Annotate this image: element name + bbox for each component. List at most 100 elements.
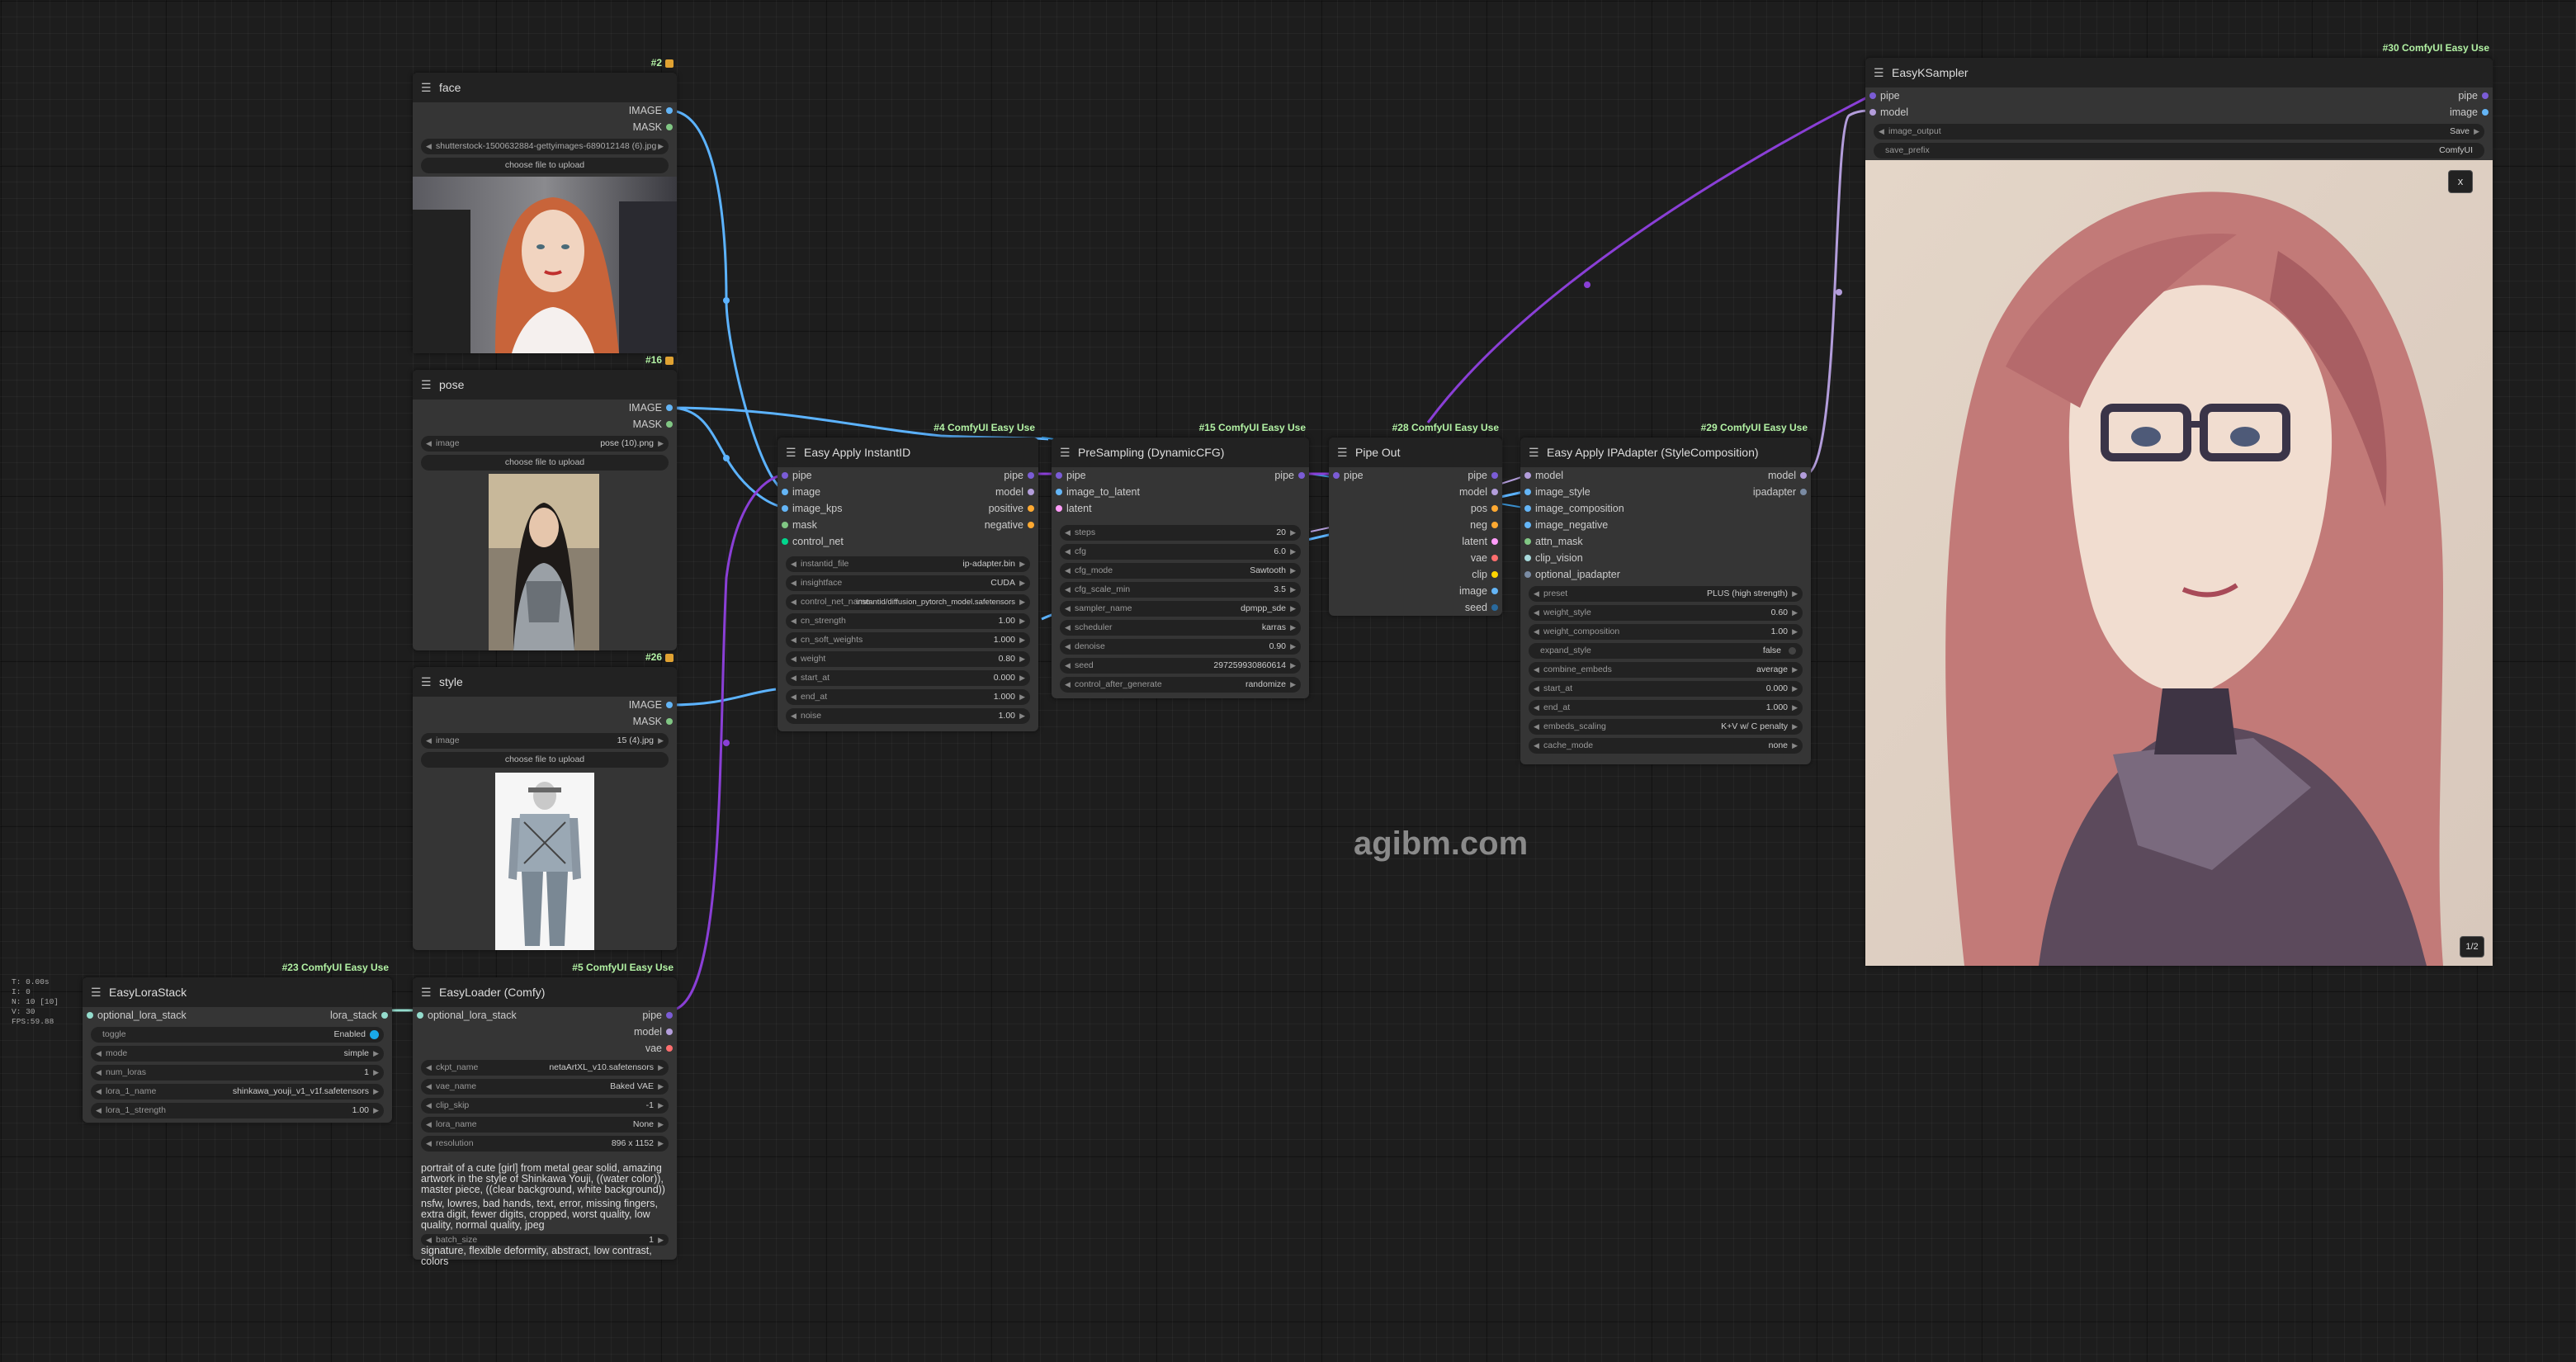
widget-control-after-generate[interactable]: ◀ control_after_generate randomize ▶ <box>1060 677 1301 693</box>
widget-resolution[interactable]: ◀ resolution 896 x 1152 ▶ <box>421 1136 669 1152</box>
io-row[interactable]: pipe pipe <box>1329 467 1502 484</box>
output-slot-image[interactable]: IMAGE <box>413 400 677 416</box>
page-indicator[interactable]: 1/2 <box>2460 936 2484 958</box>
io-row[interactable]: model image <box>1865 104 2493 121</box>
node-easy-ksampler[interactable]: #30 ComfyUI Easy Use ☰ EasyKSampler pipe p… <box>1865 42 2493 966</box>
node-header[interactable]: ☰ EasyLoader (Comfy) <box>413 977 677 1007</box>
menu-icon[interactable]: ☰ <box>421 986 432 1000</box>
input-slot-latent[interactable]: latent <box>1052 500 1309 517</box>
widget-ckpt-name[interactable]: ◀ ckpt_name netaArtXL_v10.safetensors ▶ <box>421 1060 669 1076</box>
node-easy-apply-ipadapter[interactable]: #29 ComfyUI Easy Use ☰ Easy Apply IPAdapt… <box>1520 422 1811 764</box>
toggle-indicator[interactable] <box>1789 647 1796 655</box>
output-slot-vae[interactable]: vae <box>1329 550 1502 566</box>
positive-prompt-textarea[interactable]: portrait of a cute [girl] from metal gea… <box>421 1163 669 1195</box>
io-row[interactable]: pipe pipe <box>778 467 1038 484</box>
widget-combine-embeds[interactable]: ◀ combine_embeds average ▶ <box>1529 662 1803 678</box>
io-row[interactable]: image model <box>778 484 1038 500</box>
image-combo[interactable]: ◀ shutterstock-1500632884-gettyimages-689… <box>421 139 669 154</box>
menu-icon[interactable]: ☰ <box>786 446 796 460</box>
widget-steps[interactable]: ◀ steps 20 ▶ <box>1060 525 1301 541</box>
widget-end-at[interactable]: ◀ end_at 1.000 ▶ <box>786 689 1030 705</box>
widget-seed[interactable]: ◀ seed 297259930860614 ▶ <box>1060 658 1301 674</box>
input-slot-clip-vision[interactable]: clip_vision <box>1520 550 1811 566</box>
output-slot-image[interactable]: IMAGE <box>413 697 677 713</box>
widget-batch-size[interactable]: ◀ batch_size 1 ▶ <box>421 1234 669 1246</box>
input-slot-image-negative[interactable]: image_negative <box>1520 517 1811 533</box>
io-row[interactable]: mask negative <box>778 517 1038 533</box>
output-slot-vae[interactable]: vae <box>413 1040 677 1057</box>
output-slot-mask[interactable]: MASK <box>413 416 677 433</box>
io-row[interactable]: image_kps positive <box>778 500 1038 517</box>
io-row[interactable]: pipe pipe <box>1865 87 2493 104</box>
widget-expand-style[interactable]: expand_style false <box>1529 643 1803 659</box>
widget-lora-1-strength[interactable]: ◀ lora_1_strength 1.00 ▶ <box>91 1103 384 1118</box>
widget-end-at[interactable]: ◀ end_at 1.000 ▶ <box>1529 700 1803 716</box>
widget-num-loras[interactable]: ◀ num_loras 1 ▶ <box>91 1065 384 1081</box>
widget-weight[interactable]: ◀ weight 0.80 ▶ <box>786 651 1030 667</box>
widget-image-output[interactable]: ◀ image_output Save ▶ <box>1874 124 2484 140</box>
widget-lora-name[interactable]: ◀ lora_name None ▶ <box>421 1117 669 1133</box>
widget-control-net-name[interactable]: ◀ control_net_name instantid/diffusion_pyt… <box>786 594 1030 610</box>
menu-icon[interactable]: ☰ <box>91 986 102 1000</box>
widget-cfg-mode[interactable]: ◀ cfg_mode Sawtooth ▶ <box>1060 563 1301 579</box>
menu-icon[interactable]: ☰ <box>1337 446 1348 460</box>
io-row[interactable]: model model <box>1520 467 1811 484</box>
widget-save-prefix[interactable]: save_prefix ComfyUI <box>1874 143 2484 158</box>
widget-cfg-scale-min[interactable]: ◀ cfg_scale_min 3.5 ▶ <box>1060 582 1301 598</box>
widget-start-at[interactable]: ◀ start_at 0.000 ▶ <box>1529 681 1803 697</box>
widget-weight-style[interactable]: ◀ weight_style 0.60 ▶ <box>1529 605 1803 621</box>
node-header[interactable]: ☰ PreSampling (DynamicCFG) <box>1052 437 1309 467</box>
input-slot-image-to-latent[interactable]: image_to_latent <box>1052 484 1309 500</box>
widget-preset[interactable]: ◀ preset PLUS (high strength) ▶ <box>1529 586 1803 602</box>
widget-start-at[interactable]: ◀ start_at 0.000 ▶ <box>786 670 1030 686</box>
widget-vae-name[interactable]: ◀ vae_name Baked VAE ▶ <box>421 1079 669 1095</box>
widget-cache-mode[interactable]: ◀ cache_mode none ▶ <box>1529 738 1803 754</box>
io-row[interactable]: control_net <box>778 533 1038 550</box>
menu-icon[interactable]: ☰ <box>421 675 432 689</box>
widget-sampler-name[interactable]: ◀ sampler_name dpmpp_sde ▶ <box>1060 601 1301 617</box>
widget-toggle[interactable]: toggle Enabled <box>91 1027 384 1043</box>
menu-icon[interactable]: ☰ <box>421 81 432 95</box>
widget-cn-soft-weights[interactable]: ◀ cn_soft_weights 1.000 ▶ <box>786 632 1030 648</box>
input-slot-attn-mask[interactable]: attn_mask <box>1520 533 1811 550</box>
negative-prompt-textarea[interactable]: nsfw, lowres, bad hands, text, error, mi… <box>421 1199 669 1231</box>
widget-mode[interactable]: ◀ mode simple ▶ <box>91 1046 384 1062</box>
upload-button[interactable]: choose file to upload <box>421 752 669 768</box>
io-row[interactable]: image_style ipadapter <box>1520 484 1811 500</box>
widget-insightface[interactable]: ◀ insightface CUDA ▶ <box>786 575 1030 591</box>
node-header[interactable]: ☰ Pipe Out <box>1329 437 1502 467</box>
widget-scheduler[interactable]: ◀ scheduler karras ▶ <box>1060 620 1301 636</box>
node-header[interactable]: ☰ EasyKSampler <box>1865 58 2493 87</box>
image-combo[interactable]: ◀ image 15 (4).jpg ▶ <box>421 733 669 749</box>
node-face[interactable]: #2 ☰ face IMAGE MASK ◀ shutterstock-150063… <box>413 57 677 353</box>
node-presampling[interactable]: #15 ComfyUI Easy Use ☰ PreSampling (Dynam… <box>1052 422 1309 698</box>
widget-noise[interactable]: ◀ noise 1.00 ▶ <box>786 708 1030 724</box>
output-slot-seed[interactable]: seed <box>1329 599 1502 616</box>
node-style[interactable]: #26 ☰ style IMAGE MASK ◀ image 15 (4).jpg ▶ … <box>413 651 677 950</box>
output-slot-image[interactable]: image <box>1329 583 1502 599</box>
close-preview-button[interactable]: x <box>2448 170 2473 193</box>
negative-prompt-tail[interactable]: signature, flexible deformity, abstract,… <box>421 1246 669 1267</box>
io-row[interactable]: optional_lora_stack lora_stack <box>83 1007 392 1024</box>
input-slot-image-composition[interactable]: image_composition <box>1520 500 1811 517</box>
widget-instantid-file[interactable]: ◀ instantid_file ip-adapter.bin ▶ <box>786 556 1030 572</box>
output-slot-model[interactable]: model <box>413 1024 677 1040</box>
menu-icon[interactable]: ☰ <box>1529 446 1539 460</box>
widget-embeds-scaling[interactable]: ◀ embeds_scaling K+V w/ C penalty ▶ <box>1529 719 1803 735</box>
output-slot-neg[interactable]: neg <box>1329 517 1502 533</box>
widget-cfg[interactable]: ◀ cfg 6.0 ▶ <box>1060 544 1301 560</box>
output-slot-image[interactable]: IMAGE <box>413 102 677 119</box>
output-slot-model[interactable]: model <box>1329 484 1502 500</box>
upload-button[interactable]: choose file to upload <box>421 158 669 173</box>
menu-icon[interactable]: ☰ <box>1060 446 1071 460</box>
output-slot-mask[interactable]: MASK <box>413 713 677 730</box>
output-slot-latent[interactable]: latent <box>1329 533 1502 550</box>
widget-clip-skip[interactable]: ◀ clip_skip -1 ▶ <box>421 1098 669 1114</box>
toggle-indicator[interactable] <box>370 1030 379 1039</box>
widget-cn-strength[interactable]: ◀ cn_strength 1.00 ▶ <box>786 613 1030 629</box>
node-header[interactable]: ☰ EasyLoraStack <box>83 977 392 1007</box>
node-header[interactable]: ☰ Easy Apply IPAdapter (StyleComposition) <box>1520 437 1811 467</box>
node-pipe-out[interactable]: #28 ComfyUI Easy Use ☰ Pipe Out pipe pipe … <box>1329 422 1502 616</box>
upload-button[interactable]: choose file to upload <box>421 455 669 471</box>
widget-weight-composition[interactable]: ◀ weight_composition 1.00 ▶ <box>1529 624 1803 640</box>
